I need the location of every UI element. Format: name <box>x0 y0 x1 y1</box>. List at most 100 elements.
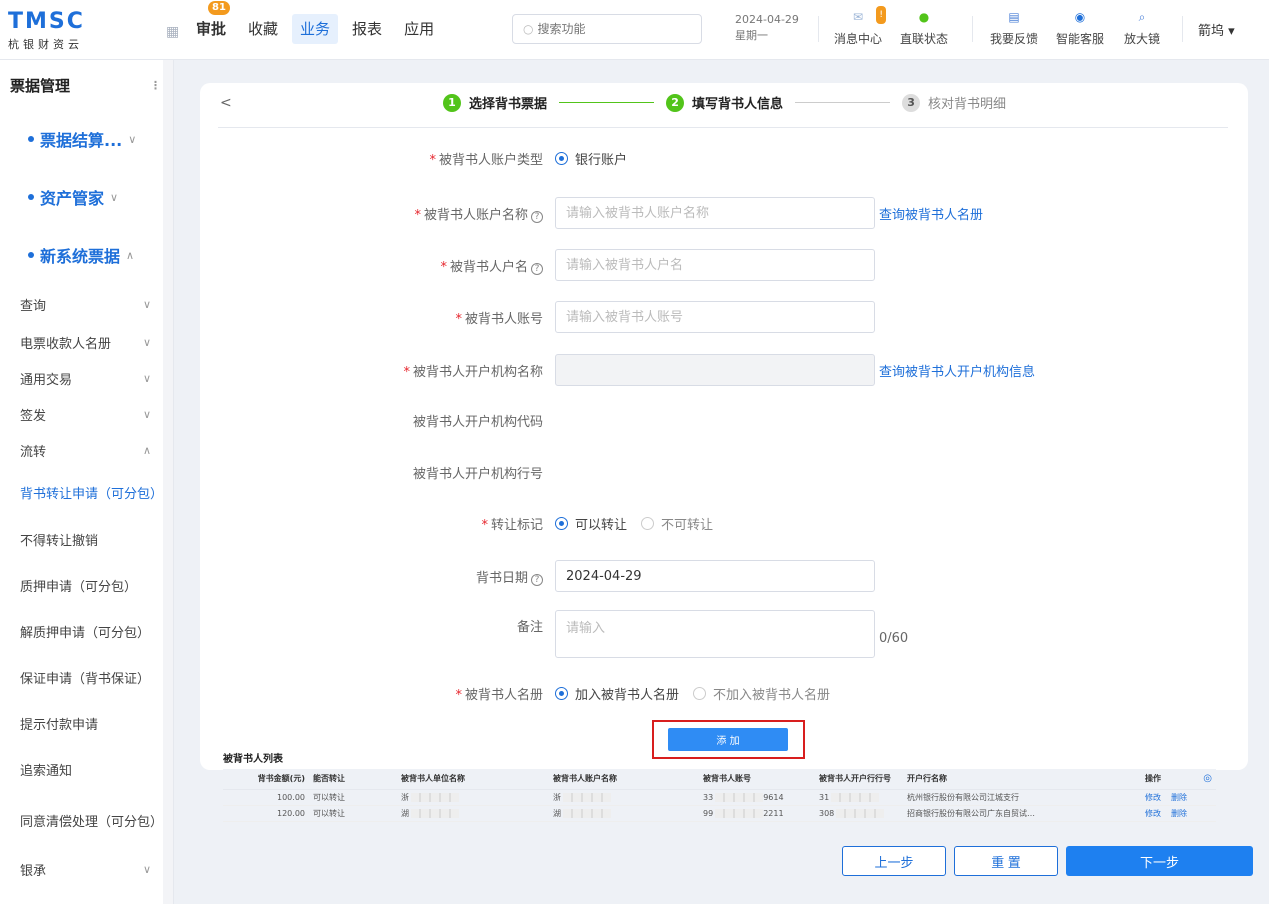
endorsee-table: 背书金额(元) 能否转让 被背书人单位名称 被背书人账户名称 被背书人账号 被背… <box>223 769 1216 822</box>
account-no-row: * 被背书人账号 <box>400 301 1160 333</box>
account-no-input[interactable] <box>555 301 875 333</box>
step-number: 3 <box>902 93 921 112</box>
help-icon[interactable]: ? <box>531 210 543 223</box>
group-label: 票据结算... <box>40 131 123 150</box>
endorse-date-input[interactable] <box>555 560 875 592</box>
sidebar-item-payment-request[interactable]: 提示付款申请 <box>0 700 173 746</box>
add-roster-radio[interactable]: 加入被背书人名册 <box>555 684 679 703</box>
help-icon[interactable]: ? <box>531 262 543 275</box>
tool-label: 消息中心 <box>834 32 883 46</box>
acct-tail: 2211 <box>763 808 784 818</box>
cell-acct-name: 浙 <box>549 789 699 806</box>
masked-text: 浙 <box>401 792 409 802</box>
transfer-row: * 转让标记 可以转让 不可转让 <box>400 513 1160 533</box>
feedback-icon: ▤ <box>1008 10 1020 24</box>
apps-grid-icon[interactable]: ▦ <box>166 24 179 40</box>
cell-acct-no: 99 2211 <box>699 805 815 822</box>
service-icon: ◉ <box>1074 10 1086 24</box>
chevron-down-icon: ∨ <box>110 190 119 204</box>
remark-row: 备注 0/60 <box>400 610 1160 658</box>
table-header: 背书金额(元) 能否转让 被背书人单位名称 被背书人账户名称 被背书人账号 被背… <box>223 769 1216 790</box>
user-menu[interactable]: 箭坞 ▾ <box>1198 20 1235 39</box>
sidebar-item-revoke-nontransfer[interactable]: 不得转让撤销 <box>0 516 173 562</box>
delete-link[interactable]: 删除 <box>1171 793 1187 802</box>
nav-reports[interactable]: 报表 <box>344 14 390 44</box>
table-row: 120.00 可以转让 湖 湖 99 2211 308 招商银行股份有限公司广东自… <box>223 805 1216 822</box>
next-step-button[interactable]: 下一步 <box>1066 846 1253 876</box>
sidebar-title: 票据管理 <box>10 76 71 95</box>
chevron-down-icon: ∨ <box>142 862 151 876</box>
delete-link[interactable]: 删除 <box>1171 809 1187 818</box>
holder-name-row: * 被背书人户名? <box>400 249 1160 281</box>
sidebar-group-new-bills[interactable]: 新系统票据 ∧ <box>0 226 173 284</box>
sidebar-item-general-trade[interactable]: 通用交易 ∨ <box>0 360 173 396</box>
sidebar-group-settlement[interactable]: 票据结算... ∨ <box>0 110 173 168</box>
message-center-button[interactable]: ✉! 消息中心 <box>834 6 887 47</box>
sidebar-item-guarantee[interactable]: 保证申请（背书保证） <box>0 654 173 700</box>
edit-link[interactable]: 修改 <box>1145 809 1161 818</box>
field-label: 被背书人开户机构行号 <box>412 466 543 482</box>
radio-label: 加入被背书人名册 <box>575 687 680 703</box>
item-label: 同意清偿处理（可分包） <box>20 814 164 830</box>
nav-business[interactable]: 业务 <box>292 14 339 44</box>
tool-label: 放大镜 <box>1124 32 1161 46</box>
sidebar-item-issue[interactable]: 签发 ∨ <box>0 396 173 432</box>
feedback-button[interactable]: ▤ 我要反馈 <box>990 8 1038 47</box>
field-label: * 被背书人账号 <box>400 308 555 327</box>
more-icon[interactable]: ⋮ <box>150 79 161 92</box>
add-button[interactable]: 添 加 <box>668 728 788 751</box>
sidebar-item-circulation[interactable]: 流转 ∧ <box>0 432 173 468</box>
sidebar-item-endorse-transfer[interactable]: 背书转让申请（可分包） <box>0 468 173 516</box>
bank-account-radio[interactable]: 银行账户 <box>555 149 627 168</box>
sidebar-item-query[interactable]: 查询 ∨ <box>0 284 173 324</box>
nav-favorites[interactable]: 收藏 <box>240 14 286 44</box>
edit-link[interactable]: 修改 <box>1145 793 1161 802</box>
transferable-radio[interactable]: 可以转让 <box>555 514 627 533</box>
query-roster-link[interactable]: 查询被背书人名册 <box>879 204 983 223</box>
step-2: 2 填写背书人信息 <box>666 93 783 112</box>
sidebar-scrollbar[interactable] <box>163 60 173 904</box>
sidebar-group-assets[interactable]: 资产管家 ∨ <box>0 168 173 226</box>
magnifier-icon: ⌕ <box>1138 10 1146 24</box>
sidebar-item-release-pledge[interactable]: 解质押申请（可分包） <box>0 608 173 654</box>
direct-status-button[interactable]: ● 直联状态 <box>900 8 948 47</box>
radio-unchecked-icon <box>641 516 655 530</box>
settings-icon[interactable]: ◎ <box>1203 773 1212 784</box>
remark-textarea[interactable] <box>555 610 875 658</box>
label-text: 被背书人开户机构名称 <box>412 364 543 380</box>
sidebar-item-pledge[interactable]: 质押申请（可分包） <box>0 562 173 608</box>
item-label: 不得转让撤销 <box>20 533 99 549</box>
radio-label: 银行账户 <box>575 153 628 168</box>
no-roster-radio[interactable]: 不加入被背书人名册 <box>693 684 830 703</box>
col-acct-no: 被背书人账号 <box>699 769 815 790</box>
smart-service-button[interactable]: ◉ 智能客服 <box>1056 8 1104 47</box>
cell-acct-name: 湖 <box>549 805 699 822</box>
account-name-input[interactable] <box>555 197 875 229</box>
table-row: 100.00 可以转让 浙 浙 33 9614 31 杭州银行股份有限公司江城支行… <box>223 789 1216 806</box>
nav-apps[interactable]: 应用 <box>396 14 442 44</box>
non-transferable-radio[interactable]: 不可转让 <box>641 514 713 533</box>
nav-approval[interactable]: 81 审批 <box>188 1 234 44</box>
field-label: 备注 <box>516 620 543 635</box>
help-icon[interactable]: ? <box>531 573 543 586</box>
radio-checked-icon <box>555 152 568 165</box>
item-label: 查询 <box>20 298 47 314</box>
search-box[interactable]: ○ <box>512 14 702 44</box>
holder-name-input[interactable] <box>555 249 875 281</box>
item-label: 提示付款申请 <box>20 717 99 733</box>
item-label: 签发 <box>20 408 47 424</box>
reset-button[interactable]: 重 置 <box>954 846 1058 876</box>
divider <box>218 127 1228 128</box>
sidebar-item-acceptance[interactable]: 银承 ∨ <box>0 848 173 890</box>
nav-label: 报表 <box>352 20 383 38</box>
sidebar-item-payee-roster[interactable]: 电票收款人名册 ∨ <box>0 324 173 360</box>
sidebar-item-recourse[interactable]: 追索通知 <box>0 746 173 792</box>
prev-step-button[interactable]: 上一步 <box>842 846 946 876</box>
back-icon[interactable]: < <box>220 95 232 111</box>
masked-text: 308 <box>819 808 835 818</box>
query-bank-link[interactable]: 查询被背书人开户机构信息 <box>879 361 1035 380</box>
cell-bank-name: 杭州银行股份有限公司江城支行 <box>903 789 1141 806</box>
search-input[interactable] <box>537 22 688 36</box>
magnifier-button[interactable]: ⌕ 放大镜 <box>1124 8 1160 47</box>
sidebar-item-settle[interactable]: 同意清偿处理（可分包） <box>0 792 173 848</box>
